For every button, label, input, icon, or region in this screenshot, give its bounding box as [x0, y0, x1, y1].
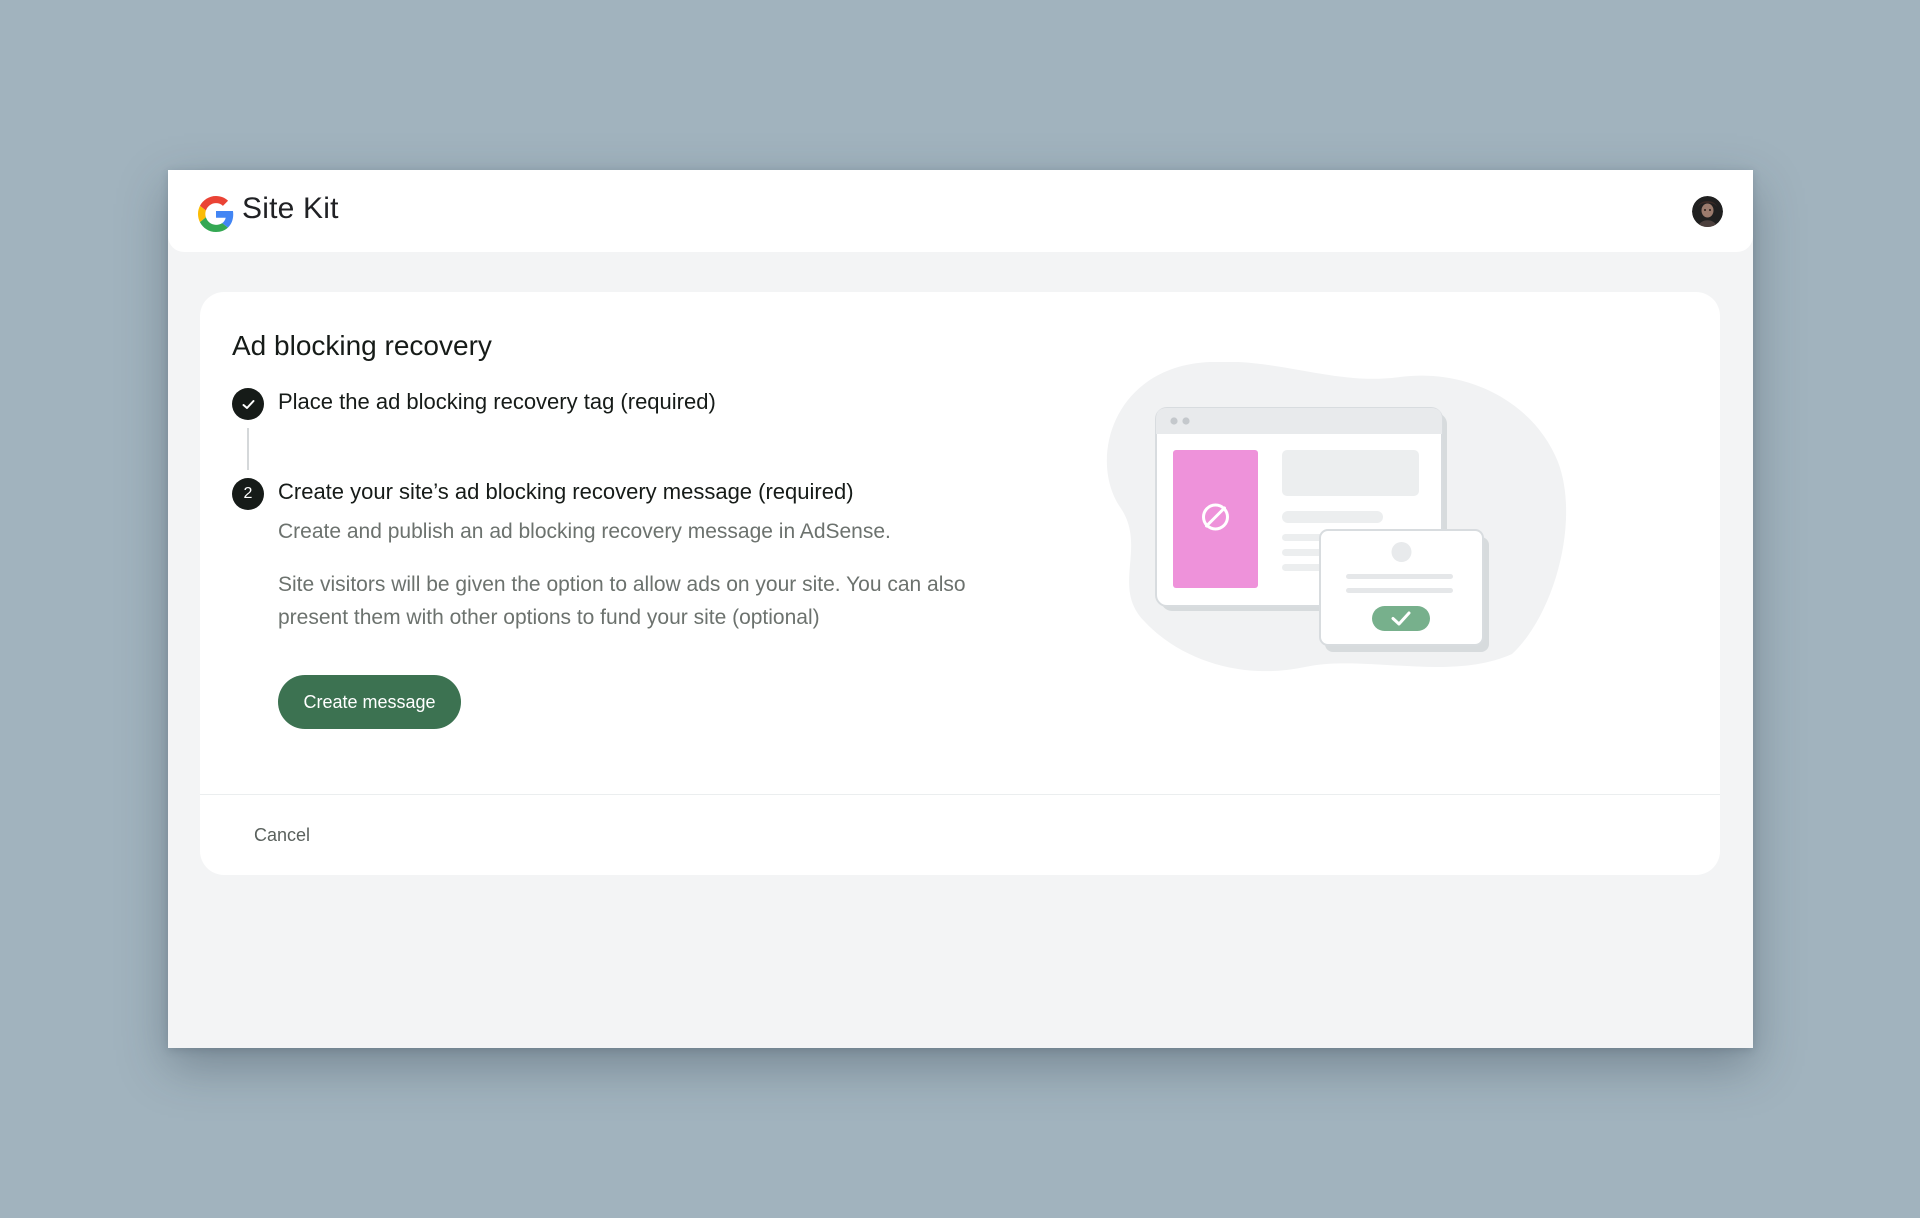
ad-blocking-recovery-card: Ad blocking recovery Place the ad blocki…: [200, 292, 1720, 875]
card-title: Ad blocking recovery: [232, 330, 492, 361]
create-message-button[interactable]: Create message: [278, 675, 461, 729]
step-details: Site visitors will be given the option t…: [278, 573, 966, 629]
step-connector-line: [247, 428, 249, 470]
app-title: Site Kit: [242, 192, 339, 225]
step-place-tag-title: Place the ad blocking recovery tag (requ…: [278, 389, 716, 414]
google-g-icon: [198, 196, 234, 232]
user-avatar-icon[interactable]: [1692, 196, 1723, 227]
step-number-badge: 2: [232, 478, 264, 510]
step-create-message-title: Create your site’s ad blocking recovery …: [278, 479, 854, 504]
app-header: Site Kit: [168, 170, 1753, 252]
approval-dialog-illustration: [1319, 529, 1489, 652]
step-complete-check-icon: [232, 388, 264, 420]
card-footer-divider: [200, 794, 1720, 795]
step-description: Create and publish an ad blocking recove…: [278, 520, 891, 543]
cancel-button[interactable]: Cancel: [238, 815, 326, 855]
ad-blocking-recovery-illustration: [1106, 362, 1567, 672]
site-kit-window: Site Kit Ad blocking recovery Place the …: [168, 170, 1753, 1048]
